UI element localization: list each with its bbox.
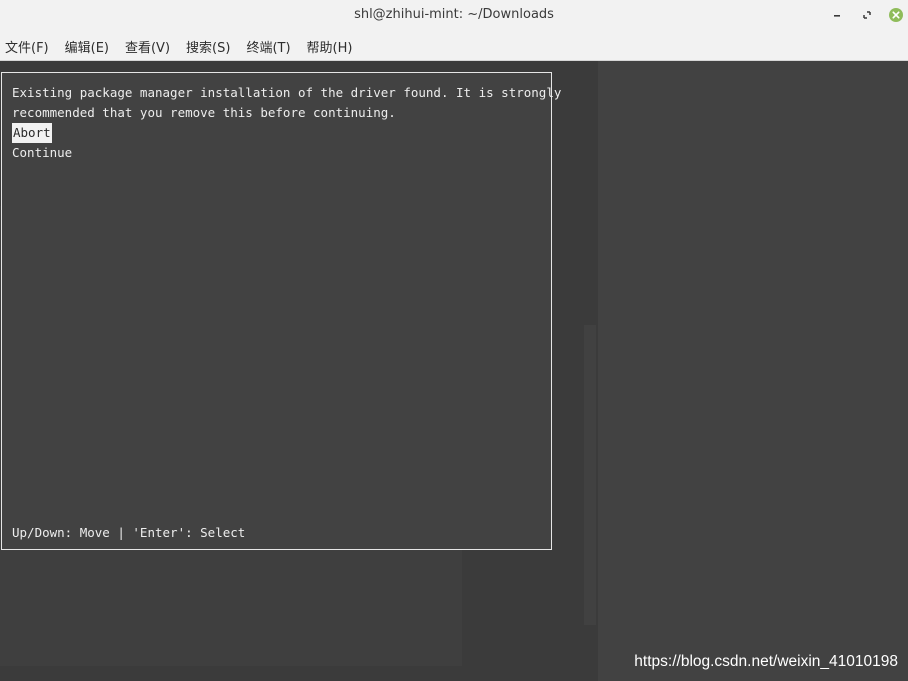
maximize-button[interactable] (858, 6, 876, 24)
dialog-message: Existing package manager installation of… (12, 83, 561, 123)
background-pane (598, 61, 908, 681)
terminal-content[interactable]: Existing package manager installation of… (0, 61, 908, 681)
option-abort[interactable]: Abort (12, 123, 52, 143)
option-continue[interactable]: Continue (12, 143, 72, 163)
menu-edit[interactable]: 编辑(E) (65, 37, 109, 56)
close-button[interactable] (887, 6, 905, 24)
window-title: shl@zhihui-mint: ~/Downloads (354, 7, 554, 22)
watermark: https://blog.csdn.net/weixin_41010198 (634, 653, 898, 670)
dialog-message-line: Existing package manager installation of… (12, 85, 562, 100)
menu-bar: 文件(F) 编辑(E) 查看(V) 搜索(S) 终端(T) 帮助(H) (0, 32, 908, 61)
scrollbar[interactable] (584, 325, 596, 625)
minimize-icon (834, 15, 840, 17)
maximize-icon (863, 11, 871, 19)
menu-search[interactable]: 搜索(S) (186, 37, 230, 56)
menu-terminal[interactable]: 终端(T) (246, 37, 290, 56)
dialog-message-line: recommended that you remove this before … (12, 105, 396, 120)
close-icon (889, 8, 903, 22)
terminal-window: shl@zhihui-mint: ~/Downloads 文件(F) 编辑(E)… (0, 0, 908, 681)
menu-help[interactable]: 帮助(H) (307, 37, 353, 56)
dialog-help-text: Up/Down: Move | 'Enter': Select (12, 525, 246, 540)
menu-view[interactable]: 查看(V) (125, 37, 170, 56)
title-bar[interactable]: shl@zhihui-mint: ~/Downloads (0, 0, 908, 33)
minimize-button[interactable] (828, 6, 846, 24)
menu-file[interactable]: 文件(F) (5, 37, 49, 56)
driver-install-dialog: Existing package manager installation of… (1, 72, 561, 550)
